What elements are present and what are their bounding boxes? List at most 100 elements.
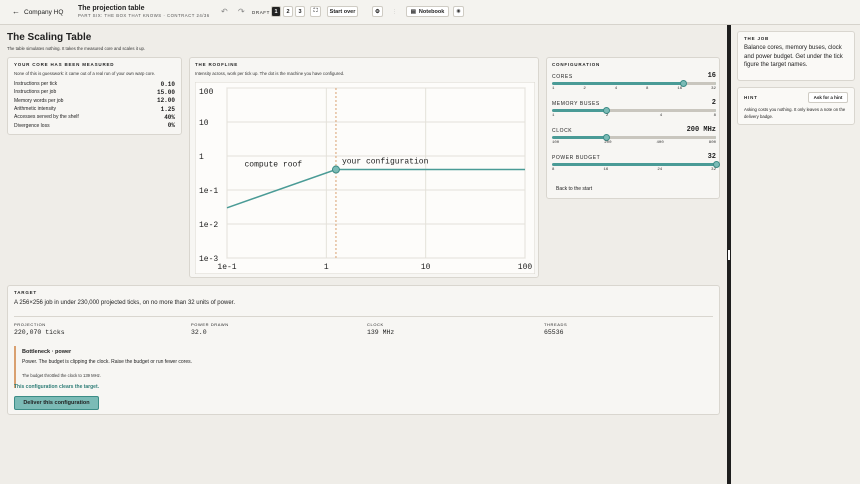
gear-icon: ⚙ (375, 8, 380, 15)
bottleneck-title: Bottleneck · power (22, 349, 72, 355)
slider-tick: 2 (605, 114, 609, 118)
slider-rest (606, 109, 716, 112)
x-tick-label: 100 (518, 263, 533, 272)
hint-card: HINT Ask for a hint Asking costs you not… (737, 87, 855, 125)
stat-label: POWER DRAWN (191, 322, 229, 327)
slider-track[interactable] (552, 107, 716, 114)
roofline-note: Intensity across, work per tick up. The … (195, 71, 345, 76)
y-tick-label: 1e-1 (199, 187, 218, 196)
slider-tick: 100 (552, 141, 560, 145)
slider-label: CORES (552, 74, 573, 80)
notebook-button[interactable]: ▤ Notebook (406, 6, 449, 17)
hint-text: Asking costs you nothing. It only leaves… (744, 107, 846, 119)
core-row: Accesses served by the shelf 40% (14, 113, 175, 121)
slider-tick: 32 (711, 87, 716, 91)
bottleneck-text: Power. The budget is clipping the clock.… (22, 359, 193, 365)
configuration-point[interactable] (331, 165, 340, 174)
core-card: YOUR CORE HAS BEEN MEASURED None of this… (7, 57, 182, 135)
slider-track[interactable] (552, 161, 720, 168)
core-row: Memory words per job 12.00 (14, 97, 175, 105)
stat-label: PROJECTION (14, 322, 46, 327)
slider-tick: 800 (708, 141, 716, 145)
core-row-label: Memory words per job (14, 97, 64, 104)
core-row: Instructions per tick 0.10 (14, 80, 175, 88)
slider-tick: 24 (657, 168, 663, 172)
target-text: A 256×256 job in under 230,000 projected… (14, 300, 235, 306)
slider-ticks: 1 2 4 8 (552, 114, 716, 118)
slider-ticks: 100 200 400 800 (552, 141, 716, 145)
top-bar: ← Company HQ The projection table PART S… (0, 0, 860, 25)
back-to-start-link[interactable]: Back to the start (556, 186, 592, 192)
settings-button[interactable]: ⚙ (372, 6, 383, 17)
bottleneck-box: Bottleneck · power Power. The budget is … (14, 346, 264, 388)
slider-rest (606, 136, 716, 139)
slider-label: MEMORY BUSES (552, 101, 600, 107)
core-row-value: 40% (164, 113, 175, 121)
slider-knob[interactable] (679, 80, 687, 87)
configuration-caption: CONFIGURATION (552, 62, 601, 67)
job-card: THE JOB Balance cores, memory buses, clo… (737, 31, 855, 81)
core-caption: YOUR CORE HAS BEEN MEASURED (14, 62, 115, 67)
draft-1-button[interactable]: 1 (271, 6, 281, 17)
x-tick-label: 1e-1 (217, 263, 236, 272)
undo-icon[interactable]: ↶ (221, 7, 228, 16)
slider-tick: 8 (552, 168, 555, 172)
slider-value: 16 (707, 72, 716, 80)
expand-icon: ⛶ (313, 8, 318, 14)
slider-label: POWER BUDGET (552, 155, 601, 161)
roofline-card: THE ROOFLINE Intensity across, work per … (189, 57, 539, 278)
y-tick-label: 1e-2 (199, 221, 218, 230)
slider-tick: 8 (713, 114, 716, 118)
core-row-label: Instructions per tick (14, 81, 58, 88)
slider-tick: 4 (659, 114, 663, 118)
status-dot-icon: ⋮ (392, 9, 397, 15)
draft-3-button[interactable]: 3 (295, 6, 305, 17)
job-caption: THE JOB (744, 36, 770, 41)
back-link[interactable]: ← Company HQ (12, 8, 63, 16)
core-row-value: 12.00 (156, 97, 175, 105)
roof-label: compute roof (244, 161, 302, 170)
roofline-caption: THE ROOFLINE (195, 62, 239, 67)
stat-label: CLOCK (367, 322, 384, 327)
theme-toggle-button[interactable]: ☀ (453, 6, 464, 17)
page-lede: The table simulates nothing. It takes th… (7, 46, 146, 51)
slider-track[interactable] (552, 80, 716, 87)
slider-tick: 400 (656, 141, 664, 145)
slider-tick: 16 (677, 87, 683, 91)
divider-handle[interactable] (728, 250, 730, 260)
back-link-label: Company HQ (24, 8, 64, 16)
slider-rest (683, 82, 716, 85)
core-row-label: Instructions per job (14, 89, 57, 96)
core-row-label: Divergence loss (14, 122, 50, 129)
fit-view-button[interactable]: ⛶ (310, 6, 321, 17)
stat-label: THREADS (544, 322, 568, 327)
slider-tick: 8 (646, 87, 649, 91)
stat-value: 65536 (544, 329, 564, 336)
redo-icon[interactable]: ↷ (238, 7, 245, 16)
slider-tick: 16 (603, 168, 609, 172)
slider-tick: 2 (583, 87, 586, 91)
stat-3: CLOCK 139 MHz (367, 322, 394, 336)
slider-knob[interactable] (712, 161, 720, 168)
y-tick-label: 10 (199, 119, 209, 128)
core-table: Instructions per tick 0.10 Instructions pe… (14, 80, 175, 130)
book-icon: ▤ (410, 8, 416, 15)
stat-value: 139 MHz (367, 329, 395, 336)
throttle-note: The budget throttled the clock to 139 MH… (22, 373, 101, 378)
start-over-button[interactable]: Start over (327, 6, 358, 17)
roofline-chart: 1e-1 1 10 100 100 10 1 1e-1 1e-2 1e-3 compute roof… (195, 82, 535, 274)
slider-knob[interactable] (602, 107, 610, 114)
slider-knob[interactable] (602, 134, 610, 141)
draft-2-button[interactable]: 2 (283, 6, 293, 17)
stat-value: 220,070 ticks (14, 329, 65, 336)
target-card: TARGET A 256×256 job in under 230,000 pr… (7, 285, 720, 415)
slider-4: POWER BUDGET 32 8 16 24 32 (552, 153, 720, 179)
target-caption: TARGET (14, 290, 37, 295)
ask-hint-button[interactable]: Ask for a hint (808, 92, 848, 103)
slider-track[interactable] (552, 134, 716, 141)
deliver-button[interactable]: Deliver this configuration (14, 396, 99, 410)
core-row-value: 0.10 (160, 80, 175, 88)
x-tick-label: 1 (324, 263, 329, 272)
stat-2: POWER DRAWN 32.0 (191, 322, 229, 336)
draft-label: DRAFT (252, 10, 270, 15)
